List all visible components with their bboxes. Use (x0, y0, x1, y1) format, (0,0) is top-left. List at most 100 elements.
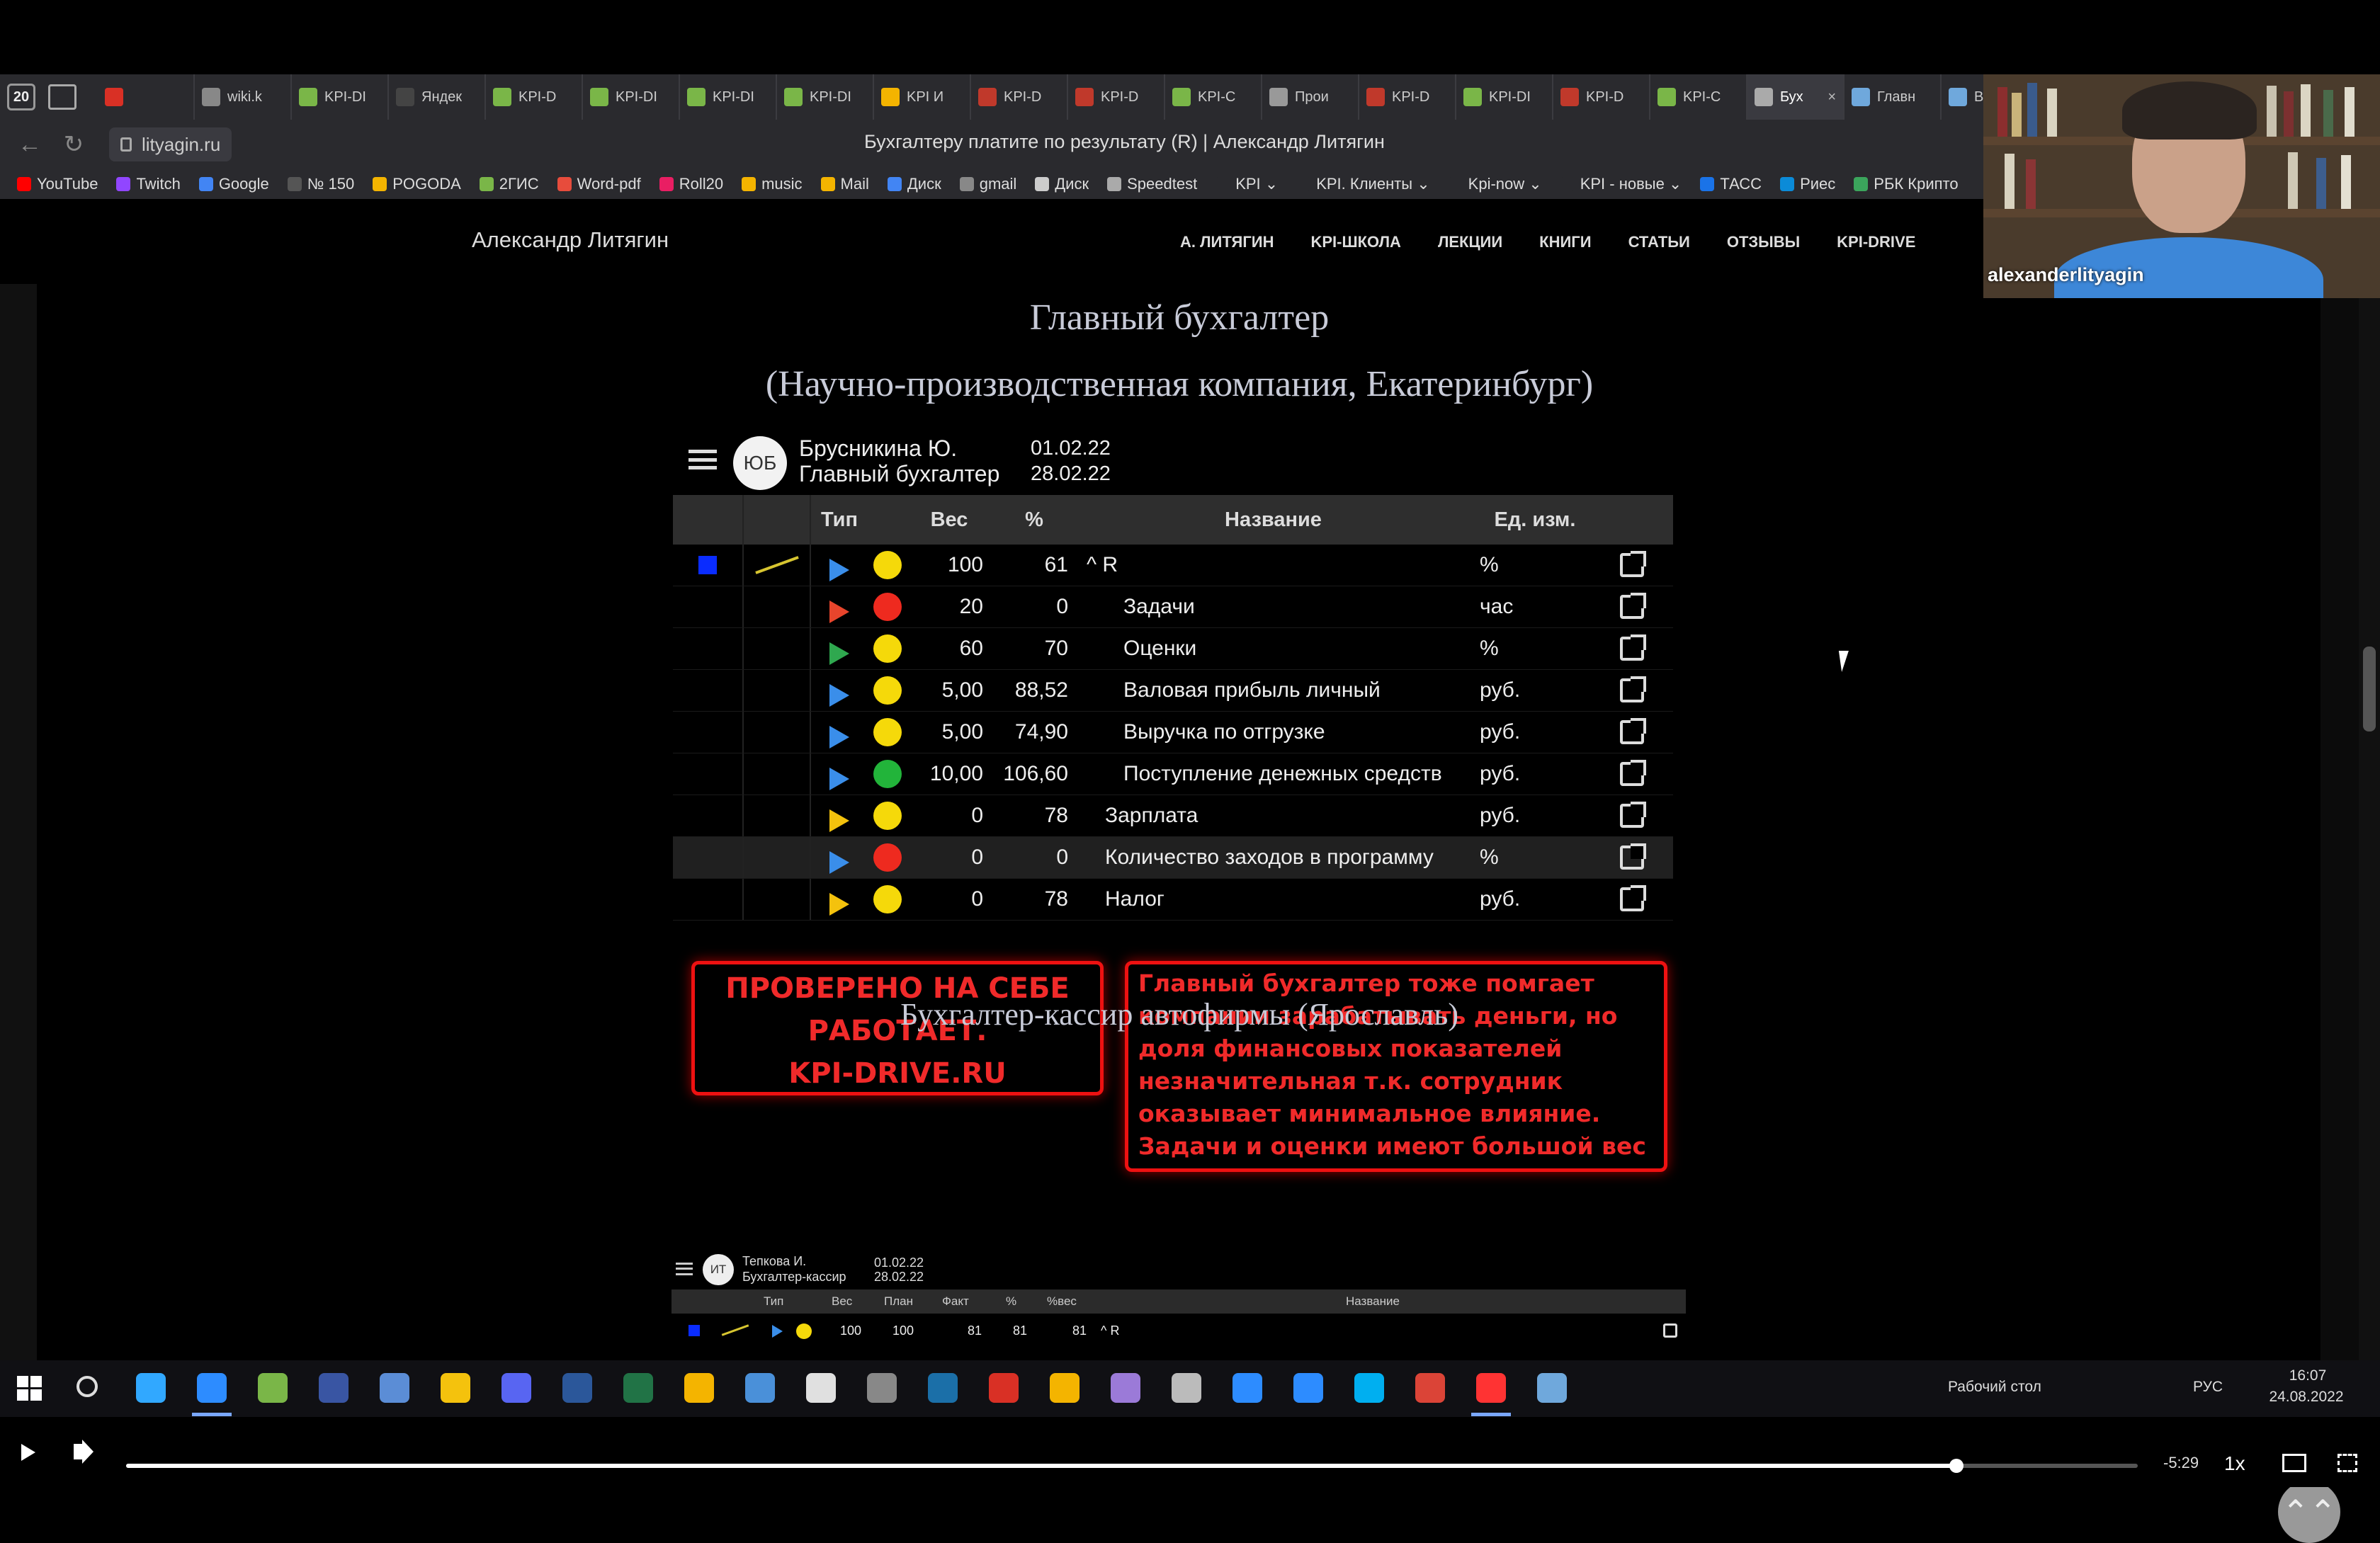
play-icon[interactable] (829, 768, 849, 790)
taskbar-notes-icon[interactable] (1537, 1373, 1567, 1403)
browser-tab[interactable]: Бух × (1747, 74, 1844, 120)
taskbar-word-icon[interactable] (562, 1373, 592, 1403)
open-external-icon[interactable] (1619, 843, 1646, 870)
play-icon[interactable] (829, 726, 849, 748)
bookmark-item[interactable]: gmail (959, 175, 1016, 193)
menu-icon[interactable] (688, 450, 717, 469)
bookmark-item[interactable]: Speedtest (1107, 175, 1197, 193)
browser-tab[interactable]: Главн (1844, 74, 1942, 120)
taskbar-explorer-icon[interactable] (441, 1373, 470, 1403)
bookmark-item[interactable]: music (742, 175, 803, 193)
taskbar-excel-icon[interactable] (623, 1373, 653, 1403)
play-icon[interactable] (829, 684, 849, 707)
bookmark-item[interactable]: Roll20 (659, 175, 723, 193)
browser-tab[interactable]: KPI-DI (680, 74, 777, 120)
play-icon[interactable] (829, 893, 849, 916)
taskbar-chrome-icon[interactable] (1415, 1373, 1445, 1403)
taskbar-photoshop-icon[interactable] (136, 1373, 166, 1403)
table-row[interactable]: 10,00 106,60 Поступление денежных средств р… (673, 753, 1673, 795)
taskbar-edge-icon[interactable] (1293, 1373, 1323, 1403)
site-nav-link[interactable]: ОТЗЫВЫ (1727, 233, 1800, 251)
browser-tab[interactable]: KPI-DI (777, 74, 874, 120)
desktop-toolbar-label[interactable]: Рабочий стол (1948, 1379, 2041, 1396)
bookmark-item[interactable]: KPI. Клиенты ⌄ (1296, 175, 1430, 193)
taskbar-yandex-icon[interactable] (1476, 1373, 1506, 1403)
browser-tab[interactable]: KPI-D (1068, 74, 1165, 120)
browser-tab[interactable]: KPI-C (1650, 74, 1747, 120)
taskbar-gallery-icon[interactable] (1172, 1373, 1201, 1403)
bookmark-item[interactable]: KPI - новые ⌄ (1560, 175, 1682, 193)
menu-icon[interactable] (676, 1263, 693, 1275)
back-to-top-button[interactable]: ⌃⌃ (2278, 1481, 2340, 1543)
bookmark-item[interactable]: 2ГИС (479, 175, 539, 193)
bookmark-item[interactable]: № 150 (287, 175, 354, 193)
open-external-icon[interactable] (1619, 676, 1646, 702)
bookmark-item[interactable]: Word-pdf (557, 175, 641, 193)
site-nav-link[interactable]: KPI-ШКОЛА (1311, 233, 1401, 251)
table-row[interactable]: 0 0 Количество заходов в программу% (673, 837, 1673, 879)
browser-tab[interactable]: Яндек (389, 74, 486, 120)
url-field[interactable]: lityagin.ru (109, 127, 232, 161)
play-icon[interactable] (772, 1325, 783, 1338)
picture-in-picture-icon[interactable] (2282, 1454, 2306, 1472)
play-icon[interactable] (829, 559, 849, 581)
browser-tab[interactable]: KPI И (874, 74, 971, 120)
taskbar-visio-icon[interactable] (319, 1373, 348, 1403)
open-external-icon[interactable] (1619, 718, 1646, 744)
browser-tab[interactable]: wiki.k (195, 74, 292, 120)
bookmark-item[interactable]: ТАСС (1700, 175, 1762, 193)
table-row[interactable]: 0 78 Зарплата руб. (673, 795, 1673, 837)
browser-tab[interactable]: KPI-DI (1456, 74, 1553, 120)
taskbar-monitor-icon[interactable] (745, 1373, 775, 1403)
seek-bar-handle[interactable] (1949, 1459, 1964, 1473)
taskbar-snip-icon[interactable] (1232, 1373, 1262, 1403)
language-indicator[interactable]: РУС (2193, 1379, 2223, 1396)
clock-time[interactable]: 16:07 (2272, 1367, 2343, 1384)
search-icon[interactable] (76, 1376, 98, 1397)
taskbar-steam-icon[interactable] (928, 1373, 958, 1403)
taskbar-terminal-icon[interactable] (380, 1373, 409, 1403)
taskbar-skype-icon[interactable] (1354, 1373, 1384, 1403)
browser-tab[interactable]: KPI-D (1359, 74, 1456, 120)
play-icon[interactable] (829, 809, 849, 832)
open-external-icon[interactable] (1619, 593, 1646, 619)
back-icon[interactable]: ← (16, 130, 44, 159)
site-nav-link[interactable]: ЛЕКЦИИ (1438, 233, 1502, 251)
playback-speed-button[interactable]: 1x (2224, 1452, 2245, 1475)
open-external-icon[interactable] (1619, 551, 1646, 577)
browser-tab[interactable]: KPI-C (1165, 74, 1262, 120)
taskbar-utorrent-icon[interactable] (258, 1373, 288, 1403)
bookmark-item[interactable]: Диск (1035, 175, 1089, 193)
reload-icon[interactable]: ↻ (60, 130, 88, 159)
bookmark-item[interactable]: Kpi-now ⌄ (1448, 175, 1542, 193)
page-scrollbar[interactable] (2359, 199, 2380, 1360)
site-nav-link[interactable]: А. ЛИТЯГИН (1180, 233, 1274, 251)
browser-tab[interactable]: KPI-D (1553, 74, 1650, 120)
taskbar-discord-icon[interactable] (502, 1373, 531, 1403)
bookmark-item[interactable]: YouTube (17, 175, 98, 193)
table-row[interactable]: 0 78 Налог руб. (673, 879, 1673, 921)
browser-tab[interactable]: KPI-D (971, 74, 1068, 120)
taskbar-game-icon[interactable] (989, 1373, 1019, 1403)
bookmark-item[interactable]: KPI ⌄ (1216, 175, 1278, 193)
open-external-icon[interactable] (1619, 885, 1646, 911)
bookmark-item[interactable]: Диск (887, 175, 941, 193)
site-nav-link[interactable]: СТАТЬИ (1628, 233, 1690, 251)
table-row[interactable]: 5,00 88,52 Валовая прибыль личный руб. (673, 670, 1673, 712)
bookmark-item[interactable]: Twitch (116, 175, 181, 193)
taskbar-steam-alt-icon[interactable] (867, 1373, 897, 1403)
windows-start-icon[interactable] (17, 1376, 42, 1401)
bookmark-item[interactable]: POGODA (373, 175, 461, 193)
taskbar-zoom-icon[interactable] (197, 1373, 227, 1403)
play-icon[interactable] (21, 1444, 35, 1461)
browser-tab[interactable]: KPI-DI (292, 74, 389, 120)
taskbar-drive-icon[interactable] (684, 1373, 714, 1403)
play-icon[interactable] (829, 851, 849, 874)
taskbar-vs-icon[interactable] (1111, 1373, 1140, 1403)
tab-close-icon[interactable]: × (1828, 89, 1836, 106)
site-nav-link[interactable]: KPI-DRIVE (1837, 233, 1915, 251)
new-window-icon[interactable] (48, 84, 76, 110)
browser-tab[interactable] (98, 74, 195, 120)
play-icon[interactable] (829, 642, 849, 665)
tab-count-button[interactable]: 20 (7, 84, 35, 110)
